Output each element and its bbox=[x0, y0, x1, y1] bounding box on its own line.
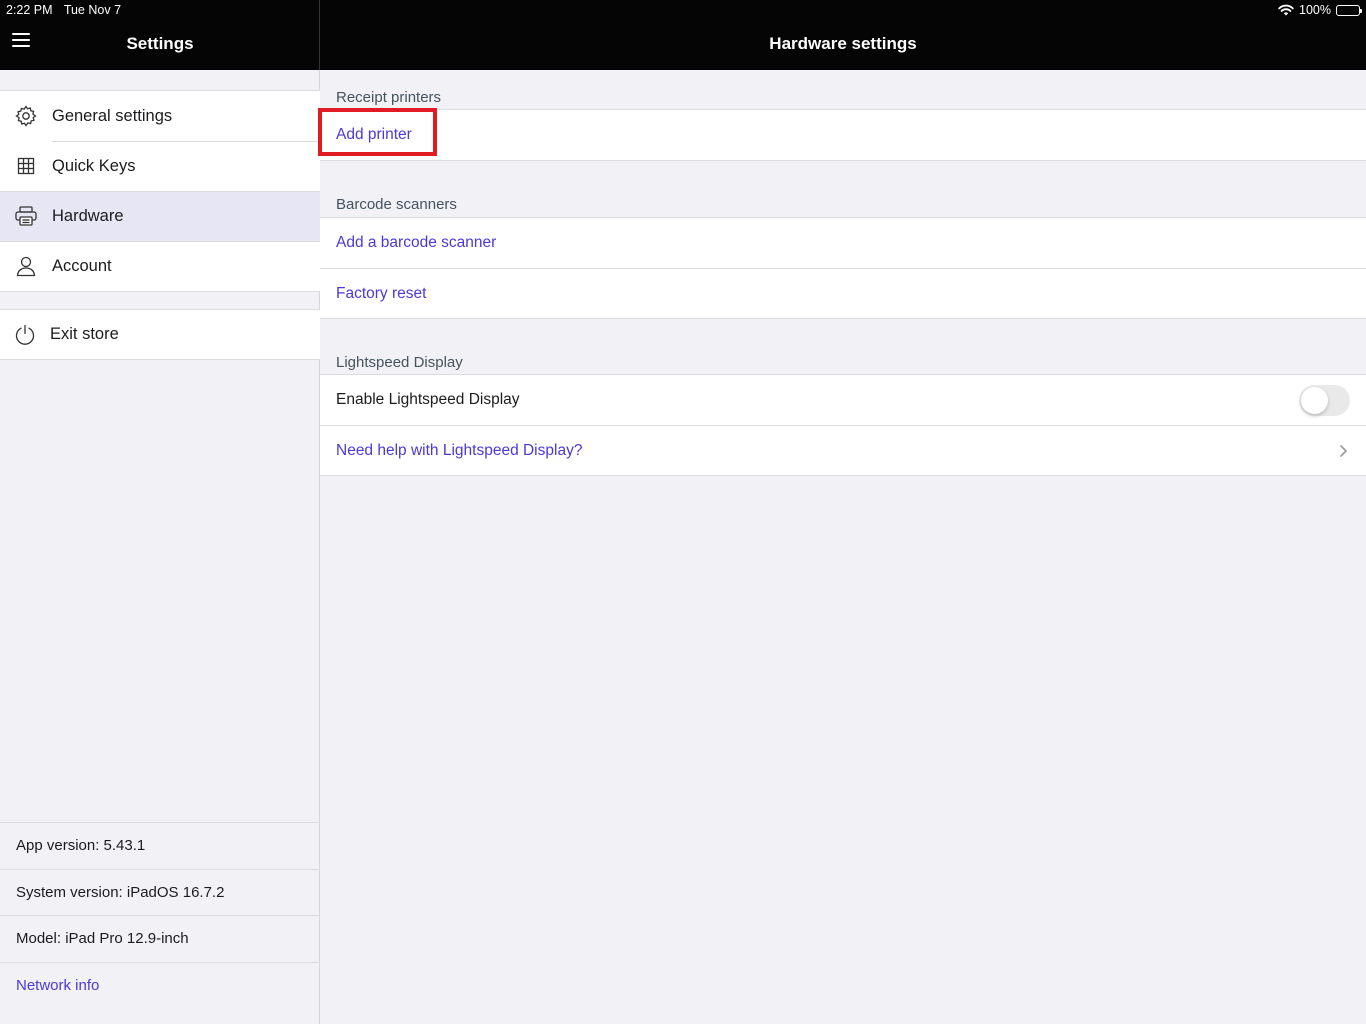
status-bar-right: 100% bbox=[1278, 3, 1362, 17]
add-printer-button[interactable]: Add printer bbox=[318, 108, 1366, 160]
battery-icon bbox=[1336, 4, 1362, 16]
enable-lightspeed-display-row: Enable Lightspeed Display bbox=[320, 375, 1366, 425]
sidebar-menu: General settings Quick Keys Hardware Acc… bbox=[0, 90, 320, 292]
factory-reset-button[interactable]: Factory reset bbox=[320, 268, 1366, 318]
sidebar-item-label: Quick Keys bbox=[52, 156, 136, 175]
enable-lightspeed-display-toggle[interactable] bbox=[1299, 385, 1350, 416]
user-icon bbox=[0, 255, 52, 277]
receipt-printers-group: Add printer bbox=[318, 108, 1366, 161]
sidebar-item-account[interactable]: Account bbox=[0, 241, 320, 291]
lightspeed-display-help-label: Need help with Lightspeed Display? bbox=[336, 441, 583, 459]
device-model: Model: iPad Pro 12.9-inch bbox=[0, 915, 320, 962]
exit-store-label: Exit store bbox=[50, 325, 119, 343]
hardware-settings-panel: Receipt printers Add printer Barcode sca… bbox=[318, 70, 1366, 1024]
barcode-scanners-group: Add a barcode scanner Factory reset bbox=[320, 217, 1366, 319]
top-bar: 2:22 PM Tue Nov 7 100% Settings Hardware… bbox=[0, 0, 1366, 70]
lightspeed-display-header: Lightspeed Display bbox=[336, 354, 463, 371]
printer-icon bbox=[0, 205, 52, 227]
sidebar-item-label: General settings bbox=[52, 106, 173, 125]
sidebar: General settings Quick Keys Hardware Acc… bbox=[0, 70, 320, 1024]
chevron-right-icon bbox=[1340, 445, 1347, 457]
barcode-scanners-header: Barcode scanners bbox=[336, 196, 457, 213]
status-bar-left: 2:22 PM Tue Nov 7 bbox=[6, 3, 129, 17]
exit-store-button[interactable]: Exit store bbox=[0, 309, 320, 360]
lightspeed-display-group: Enable Lightspeed Display Need help with… bbox=[320, 374, 1366, 476]
add-barcode-scanner-button[interactable]: Add a barcode scanner bbox=[320, 218, 1366, 268]
wifi-icon bbox=[1278, 4, 1294, 16]
grid-icon bbox=[0, 156, 52, 176]
lightspeed-display-help-link[interactable]: Need help with Lightspeed Display? bbox=[320, 425, 1366, 475]
sidebar-item-label: Account bbox=[52, 256, 112, 275]
app-version: App version: 5.43.1 bbox=[0, 822, 320, 869]
sidebar-item-hardware[interactable]: Hardware bbox=[0, 191, 320, 241]
receipt-printers-header: Receipt printers bbox=[336, 89, 442, 106]
sidebar-item-general-settings[interactable]: General settings bbox=[0, 91, 320, 141]
battery-percent: 100% bbox=[1299, 3, 1331, 17]
device-info: App version: 5.43.1 System version: iPad… bbox=[0, 822, 320, 1008]
system-version: System version: iPadOS 16.7.2 bbox=[0, 868, 320, 916]
gear-icon bbox=[0, 104, 52, 128]
status-time: 2:22 PM bbox=[6, 3, 53, 17]
status-date: Tue Nov 7 bbox=[63, 3, 122, 17]
power-icon bbox=[0, 324, 50, 346]
sidebar-item-label: Hardware bbox=[52, 206, 124, 225]
network-info-link[interactable]: Network info bbox=[0, 961, 320, 1009]
add-printer-label: Add printer bbox=[336, 126, 412, 143]
sidebar-title: Settings bbox=[126, 34, 194, 53]
page-title: Hardware settings bbox=[769, 34, 917, 53]
sidebar-item-quick-keys[interactable]: Quick Keys bbox=[0, 141, 320, 191]
enable-lightspeed-display-label: Enable Lightspeed Display bbox=[336, 391, 520, 408]
